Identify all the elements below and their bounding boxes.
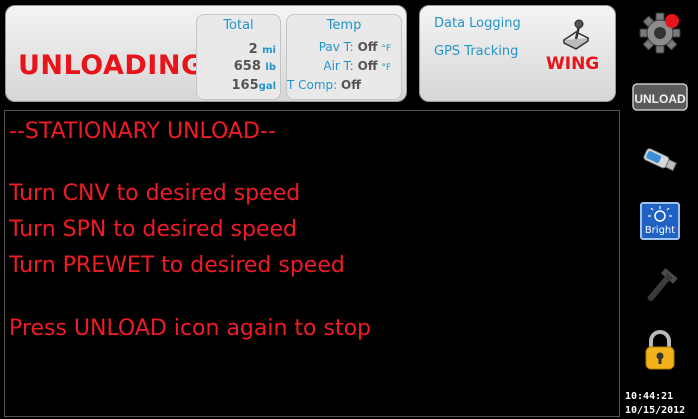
usb-icon xyxy=(643,148,677,172)
distance-unit: mi xyxy=(262,45,276,56)
joystick-icon xyxy=(562,19,590,50)
air-temp: Air T: Off °F xyxy=(323,59,391,73)
status-panel: UNLOADING Total 2 mi 658 lb 165gal Temp … xyxy=(5,5,407,102)
message-area: --STATIONARY UNLOAD-- Turn CNV to desire… xyxy=(4,110,620,417)
comp-label: T Comp: xyxy=(287,78,338,92)
air-unit: °F xyxy=(381,63,391,73)
sidebar: UNLOAD Bright 10:44:21 10/15/2012 xyxy=(622,0,698,419)
tools-button[interactable] xyxy=(632,262,688,312)
total-volume: 165gal xyxy=(232,78,276,93)
brightness-icon: Bright xyxy=(640,202,680,240)
gps-tracking-label: GPS Tracking xyxy=(434,44,519,59)
status-bar: UNLOADING Total 2 mi 658 lb 165gal Temp … xyxy=(0,0,622,110)
clock-date: 10/15/2012 xyxy=(625,405,686,416)
air-value: Off xyxy=(357,59,378,73)
pav-value: Off xyxy=(357,40,378,54)
pav-label: Pav T: xyxy=(318,40,354,54)
pavement-temp: Pav T: Off °F xyxy=(319,40,391,54)
wrench-icon xyxy=(647,268,678,302)
message-line: Turn CNV to desired speed xyxy=(9,181,301,206)
svg-text:Bright: Bright xyxy=(645,225,675,236)
message-title: --STATIONARY UNLOAD-- xyxy=(9,119,276,144)
temp-box: Temp Pav T: Off °F Air T: Off °F T Comp:… xyxy=(286,14,402,100)
unload-icon: UNLOAD xyxy=(632,83,688,111)
temp-title: Temp xyxy=(326,18,362,33)
svg-text:UNLOAD: UNLOAD xyxy=(634,92,686,106)
total-distance: 2 mi xyxy=(249,42,276,57)
totals-title: Total xyxy=(223,18,254,33)
weight-value: 658 xyxy=(233,59,261,74)
distance-value: 2 xyxy=(248,42,258,57)
usb-button[interactable] xyxy=(632,135,688,185)
temp-compensation: T Comp: Off xyxy=(287,78,361,92)
lock-icon xyxy=(645,330,675,370)
data-logging-label: Data Logging xyxy=(434,16,521,31)
clock-time: 10:44:21 xyxy=(625,391,674,402)
volume-unit: gal xyxy=(258,81,276,92)
mode-status: UNLOADING xyxy=(18,50,204,81)
clock: 10:44:21 10/15/2012 xyxy=(625,390,685,418)
totals-box: Total 2 mi 658 lb 165gal xyxy=(196,14,281,100)
logging-panel[interactable]: Data Logging GPS Tracking WING xyxy=(419,5,616,102)
pav-unit: °F xyxy=(381,44,391,54)
brightness-button[interactable]: Bright xyxy=(632,196,688,246)
message-line: Press UNLOAD icon again to stop xyxy=(9,316,372,341)
weight-unit: lb xyxy=(265,62,276,73)
unload-button[interactable]: UNLOAD xyxy=(632,72,688,122)
comp-value: Off xyxy=(341,78,361,92)
wing-status: WING xyxy=(546,54,600,74)
message-line: Turn PREWET to desired speed xyxy=(9,253,345,278)
settings-button[interactable] xyxy=(632,8,688,58)
lock-button[interactable] xyxy=(632,325,688,375)
message-line: Turn SPN to desired speed xyxy=(9,217,297,242)
gear-icon xyxy=(639,12,681,54)
air-label: Air T: xyxy=(323,59,354,73)
volume-value: 165 xyxy=(231,78,259,93)
total-weight: 658 lb xyxy=(234,59,276,74)
